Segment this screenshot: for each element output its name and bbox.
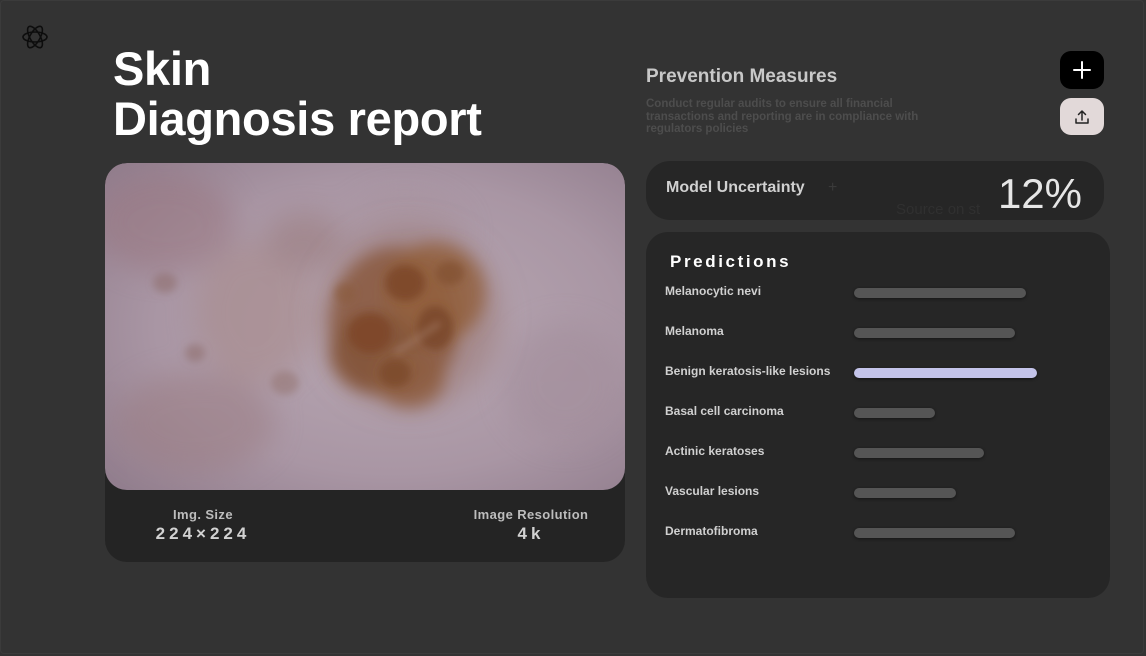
prediction-label: Melanoma [665, 324, 724, 338]
image-resolution: Image Resolution 4k [473, 507, 589, 544]
page-title: Skin Diagnosis report [113, 44, 482, 144]
prediction-bar [854, 288, 1026, 298]
prevention-description: Conduct regular audits to ensure all fin… [646, 98, 919, 135]
model-uncertainty-value: 12% [997, 170, 1082, 217]
upload-icon [1075, 109, 1089, 124]
page-title-line2: Diagnosis report [113, 92, 482, 145]
prediction-label: Melanocytic nevi [665, 284, 762, 298]
prediction-row: Melanocytic nevi [646, 282, 1110, 302]
upload-button[interactable] [1060, 98, 1104, 135]
prediction-bar [854, 448, 984, 458]
logo-icon [20, 24, 50, 50]
image-size-value: 224×224 [155, 524, 251, 543]
predictions-title: Predictions [670, 252, 792, 271]
prediction-bar [854, 408, 935, 418]
prediction-row: Basal cell carcinoma [646, 402, 1110, 422]
lesion-image[interactable] [105, 163, 625, 490]
prediction-bar [854, 368, 1037, 378]
prediction-label: Dermatofibroma [665, 524, 758, 538]
image-resolution-value: 4k [517, 524, 545, 543]
prediction-row: Vascular lesions [646, 482, 1110, 502]
image-resolution-label: Image Resolution [473, 507, 589, 522]
page-title-line1: Skin [113, 42, 212, 95]
image-size: Img. Size 224×224 [153, 507, 253, 544]
prevention-title: Prevention Measures [646, 66, 838, 87]
plus-icon [1073, 61, 1091, 79]
ghost-plus: + [828, 179, 838, 196]
prediction-row: Dermatofibroma [646, 522, 1110, 542]
prediction-row: Benign keratosis-like lesions [646, 362, 1110, 382]
add-button[interactable] [1060, 51, 1104, 89]
image-card: Img. Size 224×224 Image Resolution 4k [105, 163, 625, 562]
prediction-row: Actinic keratoses [646, 442, 1110, 462]
prediction-bar [854, 328, 1015, 338]
prediction-label: Basal cell carcinoma [665, 404, 784, 418]
model-uncertainty-label: Model Uncertainty [666, 179, 805, 196]
image-size-label: Img. Size [173, 507, 233, 522]
prediction-label: Vascular lesions [665, 484, 760, 498]
predictions-card: Predictions Melanocytic nevi Melanoma Beni… [646, 232, 1110, 598]
model-uncertainty-card: Model Uncertainty + Source on st 12% [646, 161, 1104, 220]
prediction-label: Actinic keratoses [665, 444, 765, 458]
ghost-text: Source on st [896, 201, 981, 218]
prediction-label: Benign keratosis-like lesions [665, 364, 831, 378]
prediction-bar [854, 528, 1015, 538]
prediction-row: Melanoma [646, 322, 1110, 342]
prediction-bar [854, 488, 956, 498]
